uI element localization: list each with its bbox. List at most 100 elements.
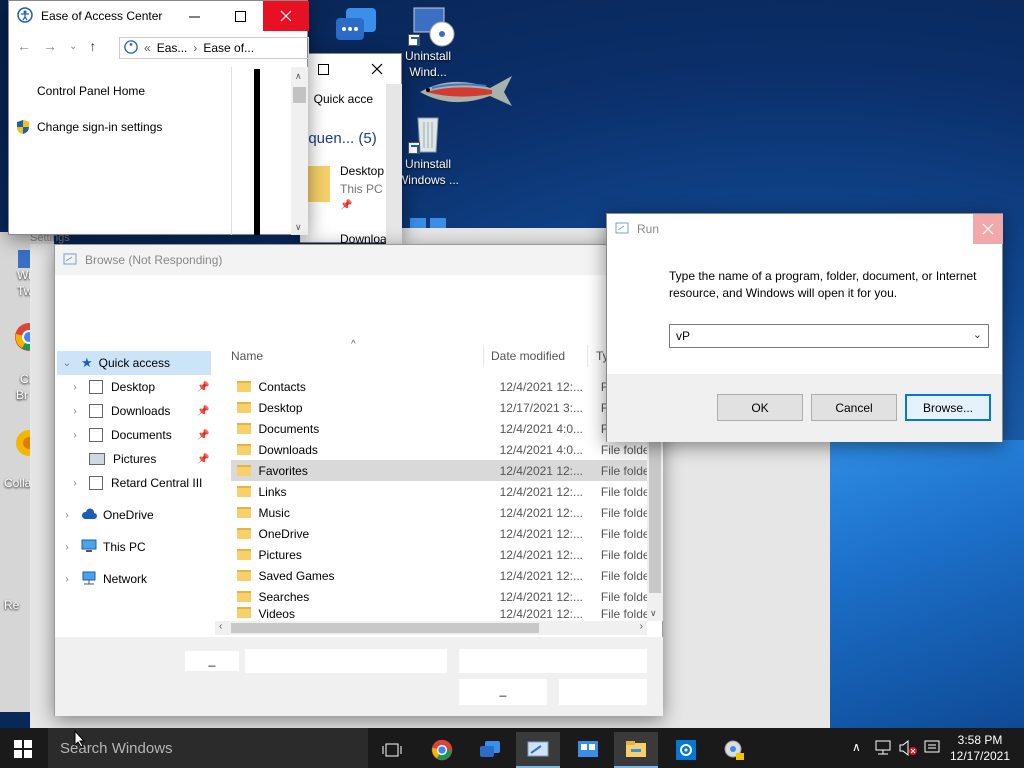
cancel-button[interactable]: Cancel	[811, 394, 897, 421]
up-arrow-icon[interactable]: ↑	[89, 38, 96, 54]
installer-taskbar-icon[interactable]	[712, 732, 756, 768]
browse-button[interactable]: Browse...	[905, 394, 991, 421]
browse-dialog[interactable]: Browse (Not Responding) ⌄ ★ Quick access…	[54, 244, 663, 716]
nav-item-pictures[interactable]: Pictures	[69, 448, 156, 470]
control-panel-home-link[interactable]: Control Panel Home	[37, 84, 145, 98]
nav-label: This PC	[103, 540, 146, 554]
frequent-item-name[interactable]: Desktop	[340, 164, 384, 178]
file-row[interactable]: Videos 12/4/2021 12:... File folder	[231, 607, 651, 621]
back-arrow-icon[interactable]: ←	[17, 38, 31, 54]
file-row[interactable]: Searches 12/4/2021 12:... File folder	[231, 586, 651, 607]
chevron-right-icon[interactable]: ›	[61, 542, 73, 553]
search-box[interactable]: Search Windows	[48, 728, 368, 768]
close-button[interactable]	[354, 54, 400, 84]
file-date: 12/4/2021 4:0...	[499, 421, 583, 436]
run-dialog[interactable]: Run Type the name of a program, folder, …	[606, 213, 1003, 442]
nav-item-downloads[interactable]: › Downloads	[69, 400, 170, 422]
file-name: Downloads	[258, 442, 318, 457]
chevron-down-icon[interactable]: ⌄	[973, 328, 982, 341]
column-name[interactable]: Name	[231, 349, 263, 363]
notifications-icon[interactable]	[924, 740, 940, 759]
windows-start-icon[interactable]	[14, 740, 32, 761]
file-row[interactable]: Saved Games 12/4/2021 12:... File folder	[231, 565, 651, 586]
chrome-taskbar-icon[interactable]	[420, 732, 464, 768]
network-tray-icon[interactable]	[874, 740, 892, 759]
breadcrumb-part-1[interactable]: Eas...	[157, 41, 188, 55]
open-button[interactable]: _	[459, 679, 547, 705]
file-type-select[interactable]	[459, 649, 647, 673]
nav-item-retard-central[interactable]: › Retard Central III	[69, 472, 211, 494]
maximize-button[interactable]	[217, 1, 263, 31]
chevron-right-icon[interactable]: ›	[69, 430, 81, 441]
nav-item-documents[interactable]: › Documents	[69, 424, 172, 446]
breadcrumb-overflow[interactable]: «	[144, 41, 151, 55]
nav-network[interactable]: › Network	[61, 568, 147, 590]
desktop-icon-uninstall-2[interactable]: Uninstall Windows ...	[396, 114, 460, 188]
minimize-button[interactable]	[171, 1, 217, 31]
maximize-button[interactable]	[308, 54, 338, 84]
scrollbar-thumb[interactable]	[293, 87, 306, 103]
file-row[interactable]: OneDrive 12/4/2021 12:... File folder	[231, 523, 651, 544]
scroll-right-icon[interactable]: ›	[640, 621, 643, 632]
change-signin-settings-link[interactable]: Change sign-in settings	[37, 120, 162, 134]
chevron-down-icon[interactable]: ⌄	[61, 358, 73, 369]
frequent-header: equen... (5)	[300, 130, 377, 147]
horizontal-scrollbar[interactable]: ‹ ›	[215, 621, 647, 635]
scroll-up-icon[interactable]: ∧	[295, 71, 302, 82]
chevron-right-icon[interactable]: ›	[61, 574, 73, 585]
file-explorer-taskbar-icon[interactable]	[614, 732, 658, 768]
open-input[interactable]: vP ⌄	[669, 324, 989, 348]
file-row[interactable]: Contacts12/4/2021 12:...File folder	[231, 376, 651, 397]
scroll-down-icon[interactable]: ∨	[650, 608, 657, 619]
nav-label: Desktop	[111, 380, 156, 394]
chevron-up-icon[interactable]: ∧	[852, 740, 861, 754]
ok-button[interactable]: OK	[717, 394, 803, 421]
close-button[interactable]	[973, 214, 1003, 244]
column-separator[interactable]	[587, 345, 588, 367]
breadcrumb-part-2[interactable]: Ease of...	[203, 41, 254, 55]
column-date[interactable]: Date modified	[491, 349, 565, 363]
desktop-icon-uninstall-1[interactable]: Uninstall Wind...	[396, 6, 460, 80]
forward-arrow-icon[interactable]: →	[43, 38, 57, 54]
volume-muted-icon[interactable]	[898, 739, 918, 759]
column-separator[interactable]	[483, 345, 484, 367]
nav-this-pc[interactable]: › This PC	[61, 536, 146, 558]
file-row[interactable]: Music 12/4/2021 12:... File folder	[231, 502, 651, 523]
chevron-right-icon[interactable]: ›	[69, 382, 81, 393]
desktop-label-partial-4: Br	[16, 388, 28, 402]
scroll-down-icon[interactable]: ∨	[295, 222, 302, 233]
file-row[interactable]: Documents12/4/2021 4:0...File folder	[231, 418, 651, 439]
chevron-right-icon[interactable]: ›	[61, 510, 73, 521]
control-panel-taskbar-icon[interactable]	[566, 732, 610, 768]
nav-item-desktop[interactable]: › Desktop	[69, 376, 155, 398]
task-view-icon[interactable]	[370, 732, 414, 768]
file-row[interactable]: Links 12/4/2021 12:... File folder	[231, 481, 651, 502]
desktop-icon-chat[interactable]	[322, 6, 386, 48]
browse-taskbar-icon[interactable]	[516, 732, 560, 768]
settings-taskbar-icon[interactable]	[664, 732, 708, 768]
scroll-left-icon[interactable]: ‹	[219, 621, 222, 632]
address-bar[interactable]: « Eas... › Ease of...	[119, 37, 309, 59]
nav-quick-access[interactable]: ⌄ ★ Quick access	[61, 352, 170, 374]
file-name-input[interactable]	[245, 649, 447, 673]
clock[interactable]: 3:58 PM 12/17/2021	[944, 732, 1016, 764]
footer-field-1[interactable]: _	[185, 651, 239, 671]
file-row[interactable]: Desktop12/17/2021 3:...File folder	[231, 397, 651, 418]
taskbar[interactable]: Search Windows ∧ 3:58 PM 12/17/2021	[0, 728, 1024, 768]
ease-of-access-window[interactable]: Ease of Access Center ← → ⌄ ↑ « Eas... ›…	[8, 0, 309, 235]
address-path[interactable]: Quick acce	[314, 92, 373, 106]
close-button[interactable]	[263, 1, 309, 31]
explorer-window[interactable]: › Quick acce equen... (5) Desktop This P…	[300, 53, 402, 246]
chevron-right-icon[interactable]: ›	[69, 478, 81, 489]
cancel-button[interactable]	[559, 679, 647, 705]
chevron-down-icon[interactable]: ⌄	[69, 41, 77, 52]
scrollbar[interactable]: ∧ ∨	[291, 67, 308, 235]
file-row[interactable]: Favorites 12/4/2021 12:... File folder	[231, 460, 651, 481]
scrollbar-thumb[interactable]	[231, 623, 539, 633]
scrollbar[interactable]	[386, 84, 402, 244]
nav-onedrive[interactable]: › OneDrive	[61, 504, 154, 526]
chevron-right-icon[interactable]: ›	[69, 406, 81, 417]
chat-taskbar-icon[interactable]	[468, 732, 512, 768]
file-row[interactable]: Downloads 12/4/2021 4:0... File folder	[231, 439, 651, 460]
file-row[interactable]: Pictures 12/4/2021 12:... File folder	[231, 544, 651, 565]
